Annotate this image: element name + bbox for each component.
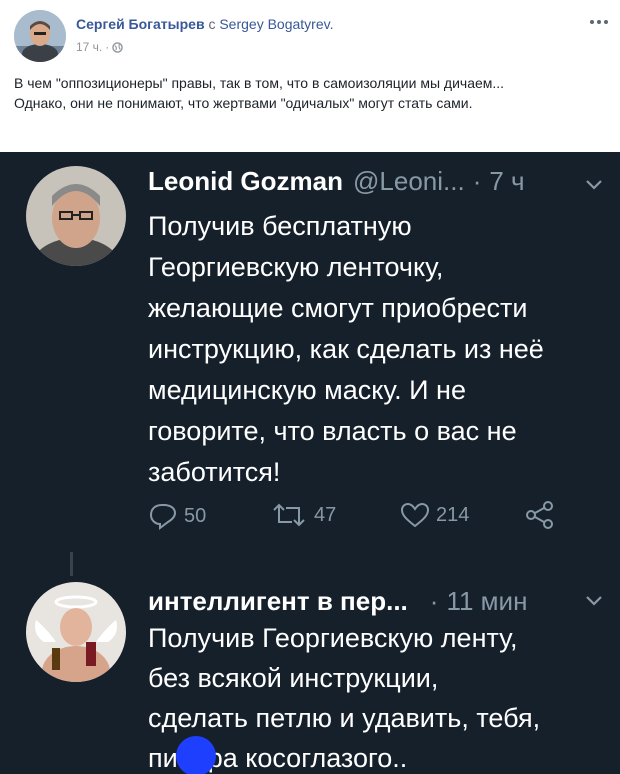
- post-meta: 17 ч. ·: [76, 40, 124, 54]
- like-button[interactable]: 214: [400, 502, 469, 528]
- reply-count: 50: [184, 504, 207, 527]
- more-options-icon[interactable]: [586, 12, 612, 32]
- reply-line: без всякой инструкции,: [148, 663, 439, 693]
- tweet-body: Получив бесплатную Георгиевскую ленточку…: [148, 206, 544, 493]
- globe-icon: [112, 41, 124, 53]
- reply-author-name[interactable]: интеллигент в пер...: [148, 586, 408, 617]
- author-avatar[interactable]: [14, 10, 66, 62]
- reply-dot: ·: [429, 586, 439, 616]
- tweet-screenshot: Leonid Gozman @Leoni... · 7 ч Получив бе…: [0, 152, 620, 774]
- reply-button[interactable]: 50: [148, 502, 206, 530]
- reply-author-avatar: [26, 582, 126, 682]
- tweet-line: Георгиевскую ленточку,: [148, 252, 444, 282]
- meta-separator: ·: [105, 40, 110, 54]
- tweet-line: говорите, что власть о вас не: [148, 416, 517, 446]
- chevron-down-icon[interactable]: [584, 594, 604, 608]
- censor-blot: [176, 736, 216, 774]
- chevron-down-icon[interactable]: [584, 178, 604, 192]
- reply-line: сделать петлю и удавить, тебя,: [148, 703, 541, 733]
- tweet-author-avatar: [26, 166, 126, 266]
- post-time[interactable]: 17 ч.: [76, 40, 102, 54]
- tweet-dot: ·: [472, 166, 482, 196]
- thread-line: [70, 552, 73, 576]
- tweet-time[interactable]: 7 ч: [489, 166, 524, 197]
- tweet-line: инструкцию, как сделать из неё: [148, 334, 544, 364]
- with-word: с: [208, 16, 216, 32]
- tweet-author-name[interactable]: Leonid Gozman: [148, 166, 343, 197]
- post-text-line: В чем "оппозиционеры" правы, так в том, …: [14, 75, 505, 91]
- post-text-line: Однако, они не понимают, что жертвами "о…: [14, 95, 473, 111]
- tweet-line: Получив бесплатную: [148, 211, 412, 241]
- retweet-count: 47: [314, 503, 337, 526]
- share-button[interactable]: [524, 500, 556, 530]
- share-icon: [526, 501, 553, 529]
- reply-line: Получив Георгиевскую ленту,: [148, 623, 518, 653]
- like-icon: [400, 502, 430, 528]
- reply-time[interactable]: 11 мин: [446, 586, 527, 617]
- tweet-line: желающие смогут приобрести: [148, 293, 528, 323]
- reply-icon: [149, 504, 177, 530]
- tweet-header: Leonid Gozman @Leoni... · 7 ч: [148, 166, 525, 197]
- like-count: 214: [436, 503, 470, 526]
- tweet-actions: 50 47 214: [148, 496, 578, 536]
- tweet-line: заботится!: [148, 457, 281, 487]
- post-header: Сергей Богатырев с Sergey Bogatyrev. 17 …: [0, 0, 620, 70]
- tweet-author-handle[interactable]: @Leoni...: [353, 166, 465, 197]
- author-line: Сергей Богатырев с Sergey Bogatyrev.: [76, 16, 333, 32]
- reply-header: интеллигент в пер... · 11 мин: [148, 586, 527, 617]
- tweet-line: медицинскую маску. И не: [148, 375, 466, 405]
- post-text: В чем "оппозиционеры" правы, так в том, …: [14, 73, 610, 113]
- retweet-button[interactable]: 47: [270, 502, 336, 528]
- retweet-icon: [273, 503, 305, 527]
- tagged-name[interactable]: Sergey Bogatyrev.: [219, 16, 333, 32]
- author-name[interactable]: Сергей Богатырев: [76, 16, 205, 32]
